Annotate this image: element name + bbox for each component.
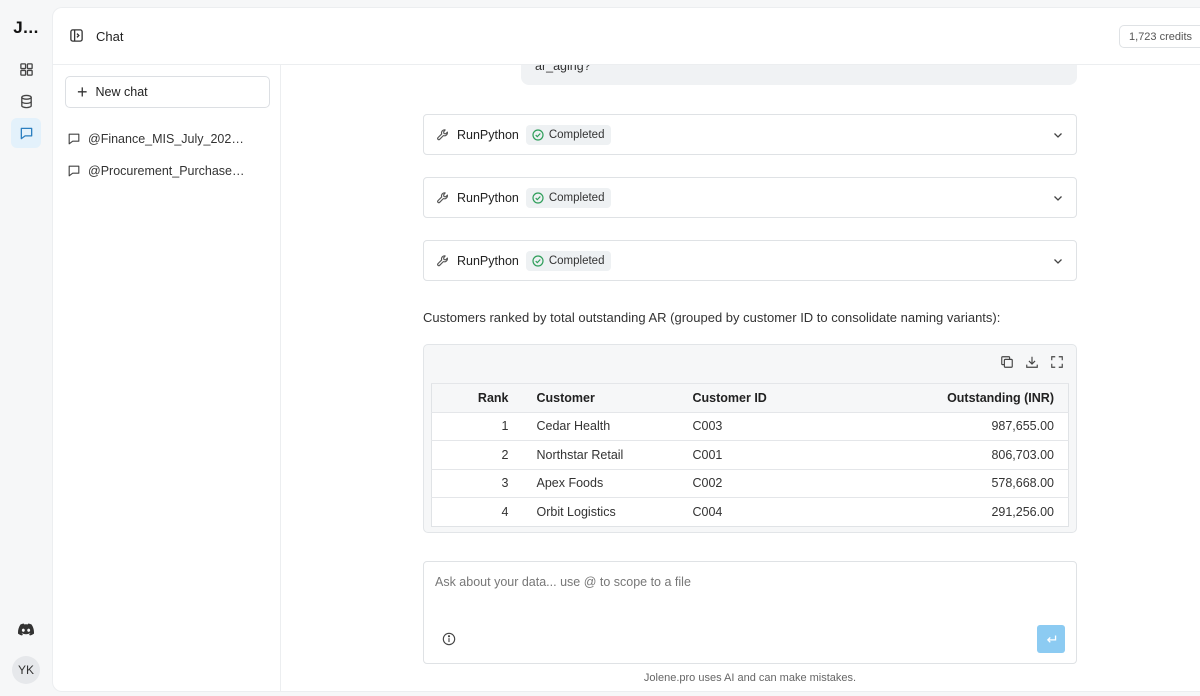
discord-icon	[18, 623, 34, 636]
new-chat-button[interactable]: + New chat	[65, 76, 270, 108]
info-icon[interactable]	[442, 632, 456, 646]
table-cell: Apex Foods	[511, 468, 693, 498]
app-rail: J... YK	[0, 0, 52, 696]
chat-history-item[interactable]: @Procurement_Purchase_O...	[67, 160, 267, 182]
table-cell: 806,703.00	[872, 440, 1069, 469]
chat-history-label: @Procurement_Purchase_O...	[88, 164, 248, 178]
table-cell: Cedar Health	[511, 411, 693, 441]
brand-logo[interactable]: J...	[13, 18, 39, 38]
tool-call-card[interactable]: RunPython Completed	[423, 240, 1077, 281]
table-row: 4 Orbit Logistics C004 291,256.00	[431, 497, 1069, 526]
chat-icon	[19, 126, 34, 141]
chat-sidebar: + New chat @Finance_MIS_July_2026_M... @…	[53, 65, 281, 691]
enter-icon	[1045, 633, 1058, 646]
top-bar: Chat 1,723 credits	[53, 8, 1200, 65]
plus-icon: +	[77, 82, 88, 102]
status-label: Completed	[548, 191, 605, 204]
status-badge: Completed	[525, 250, 612, 271]
credits-badge[interactable]: 1,723 credits	[1119, 25, 1200, 48]
conversation-area[interactable]: ar_aging? RunPython Completed RunPython	[282, 65, 1200, 691]
wrench-icon	[436, 254, 450, 268]
table-cell: 1	[431, 411, 512, 441]
chat-history-label: @Finance_MIS_July_2026_M...	[88, 132, 248, 146]
table-row: 1 Cedar Health C003 987,655.00	[431, 411, 1069, 441]
tool-call-card[interactable]: RunPython Completed	[423, 177, 1077, 218]
table-cell: Northstar Retail	[511, 440, 693, 469]
tool-call-card[interactable]: RunPython Completed	[423, 114, 1077, 155]
table-cell: C004	[692, 497, 873, 526]
user-message-bubble: ar_aging?	[521, 65, 1077, 85]
table-cell: C003	[692, 411, 873, 441]
user-avatar[interactable]: YK	[12, 656, 40, 684]
column-header[interactable]: Rank	[431, 383, 512, 412]
fullscreen-icon[interactable]	[1050, 355, 1066, 371]
table-cell: 2	[431, 440, 512, 469]
status-label: Completed	[548, 254, 605, 267]
table-actions	[1000, 355, 1066, 371]
table-cell: 987,655.00	[872, 411, 1069, 441]
table-cell: Orbit Logistics	[511, 497, 693, 526]
send-button[interactable]	[1037, 625, 1065, 653]
table-cell: 4	[431, 497, 512, 526]
database-nav-button[interactable]	[11, 86, 41, 116]
table-cell: 578,668.00	[872, 468, 1069, 498]
chevron-down-icon[interactable]	[1052, 129, 1064, 141]
message-icon	[67, 132, 81, 146]
message-icon	[67, 164, 81, 178]
table-cell: 291,256.00	[872, 497, 1069, 526]
check-circle-icon	[532, 128, 544, 141]
chat-history-item[interactable]: @Finance_MIS_July_2026_M...	[67, 128, 267, 150]
status-badge: Completed	[525, 187, 612, 208]
database-icon	[19, 94, 34, 109]
main-panel: Chat 1,723 credits + New chat @Finance_M…	[52, 7, 1200, 692]
download-icon[interactable]	[1025, 355, 1041, 371]
chevron-down-icon[interactable]	[1052, 255, 1064, 267]
wrench-icon	[436, 128, 450, 142]
check-circle-icon	[532, 254, 544, 267]
chat-nav-button[interactable]	[11, 118, 41, 148]
status-label: Completed	[548, 128, 605, 141]
check-circle-icon	[532, 191, 544, 204]
tool-name: RunPython	[457, 127, 519, 142]
table-cell: C002	[692, 468, 873, 498]
message-input[interactable]: Ask about your data... use @ to scope to…	[435, 575, 691, 589]
wrench-icon	[436, 191, 450, 205]
tool-name: RunPython	[457, 253, 519, 268]
ai-disclaimer: Jolene.pro uses AI and can make mistakes…	[643, 672, 857, 684]
outstanding-ar-table: Rank Customer Customer ID Outstanding (I…	[431, 383, 1069, 527]
copy-icon[interactable]	[1000, 355, 1016, 371]
page-title: Chat	[96, 28, 124, 44]
chevron-down-icon[interactable]	[1052, 192, 1064, 204]
table-cell: C001	[692, 440, 873, 469]
user-message-text: ar_aging?	[535, 65, 591, 73]
table-cell: 3	[431, 468, 512, 498]
tool-name: RunPython	[457, 190, 519, 205]
sidebar-toggle-icon[interactable]	[69, 28, 85, 44]
dashboard-nav-button[interactable]	[11, 54, 41, 84]
chat-composer[interactable]: Ask about your data... use @ to scope to…	[423, 561, 1077, 664]
result-table-card: Rank Customer Customer ID Outstanding (I…	[423, 344, 1077, 533]
assistant-summary-text: Customers ranked by total outstanding AR…	[423, 310, 1001, 325]
column-header[interactable]: Customer	[511, 383, 693, 412]
column-header[interactable]: Outstanding (INR)	[872, 383, 1069, 412]
table-header-row: Rank Customer Customer ID Outstanding (I…	[431, 383, 1069, 412]
table-row: 2 Northstar Retail C001 806,703.00	[431, 440, 1069, 469]
new-chat-label: New chat	[95, 85, 148, 99]
status-badge: Completed	[525, 124, 612, 145]
table-row: 3 Apex Foods C002 578,668.00	[431, 468, 1069, 498]
discord-button[interactable]	[11, 614, 41, 644]
dashboard-icon	[19, 62, 34, 77]
column-header[interactable]: Customer ID	[692, 383, 873, 412]
